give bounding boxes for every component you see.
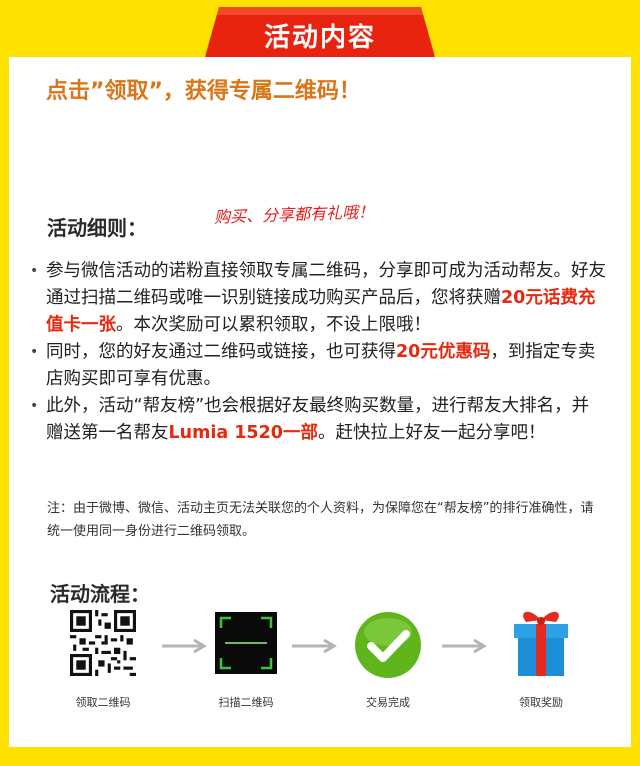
rule-item: • 此外，活动“帮友榜”也会根据好友最终购买数量，进行帮友大排名，并赠送第一名帮友…: [26, 393, 606, 447]
bottom-bar: [0, 748, 640, 766]
flow-step-label: 领取奖励: [519, 696, 563, 709]
flow-steps: 领取二维码 扫描二维码 交易完成 领取奖励: [0, 600, 640, 710]
checkmark-icon: [355, 612, 421, 678]
rule-text: 。赶快拉上好友一起分享吧！: [317, 423, 546, 443]
arrow-right-icon: [442, 638, 487, 654]
flow-step-label: 交易完成: [366, 696, 410, 709]
qr-code-icon: [70, 610, 136, 676]
scanner-icon: [215, 612, 277, 674]
section-title-banner: 活动内容: [263, 23, 376, 53]
arrow-right-icon: [162, 638, 207, 654]
arrow-right-icon: [292, 638, 337, 654]
rules-list: • 参与微信活动的诺粉直接领取专属二维码，分享即可成为活动帮友。好友通过扫描二维码…: [26, 258, 606, 447]
rule-item: • 同时，您的好友通过二维码或链接，也可获得20元优惠码，到指定专卖店购买即可享有…: [26, 339, 606, 393]
flow-step-label: 扫描二维码: [218, 696, 274, 709]
note: 注：由于微博、微信、活动主页无法关联您的个人资料，为保障您在“帮友榜”的排行准确…: [47, 501, 594, 539]
headline: 点击”领取”，获得专属二维码！: [46, 79, 361, 104]
bullet-icon: •: [30, 398, 39, 414]
rules-heading: 活动细则：: [47, 216, 147, 240]
bullet-icon: •: [30, 344, 39, 360]
page-frame: 活动内容 点击”领取”，获得专属二维码！ 活动细则： 购买、分享都有礼哦！ • 参…: [0, 0, 640, 766]
rule-text: 同时，您的好友通过二维码或链接，也可获得: [46, 342, 396, 362]
highlight-text: 20元优惠码: [396, 342, 491, 362]
rule-item: • 参与微信活动的诺粉直接领取专属二维码，分享即可成为活动帮友。好友通过扫描二维码…: [26, 258, 606, 339]
highlight-text: Lumia 1520一部: [168, 423, 318, 443]
flow-step-label: 领取二维码: [75, 696, 131, 709]
title-tab: 活动内容: [205, 7, 435, 57]
gift-box-icon: [514, 611, 568, 676]
rule-text: 。本次奖励可以累积领取，不设上限哦！: [116, 315, 431, 335]
bullet-icon: •: [30, 263, 39, 279]
